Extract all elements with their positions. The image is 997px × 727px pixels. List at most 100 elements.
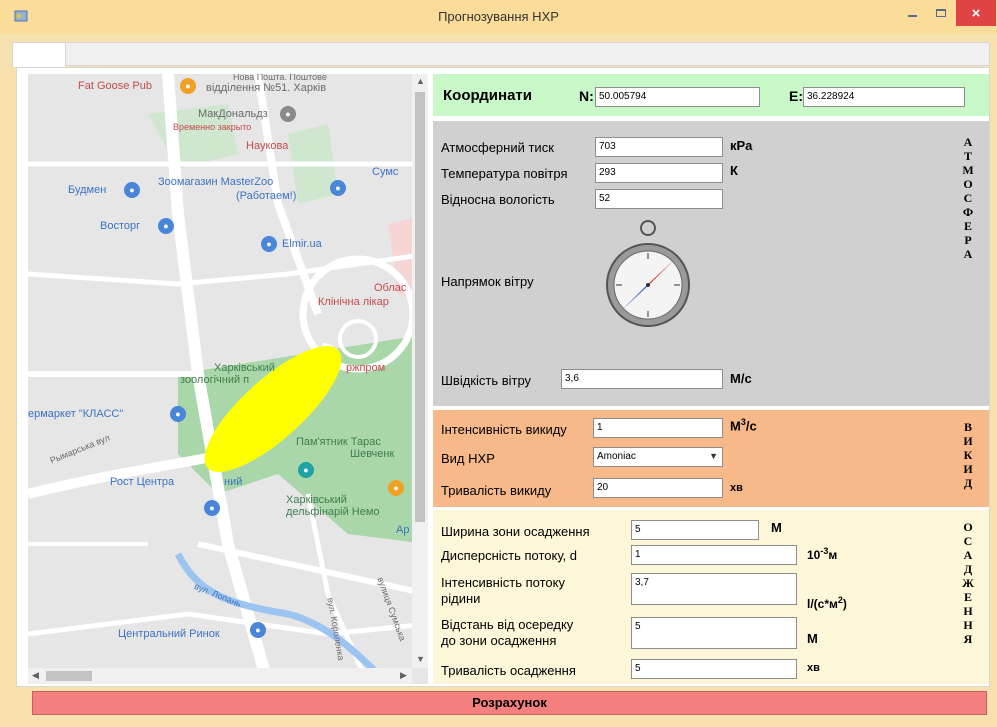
coordinates-title: Координати	[443, 87, 532, 104]
map-label-budmen: Будмен	[68, 184, 107, 196]
vostorg-pin-icon[interactable]: ●	[158, 218, 174, 234]
temperature-unit: К	[730, 163, 738, 178]
monument-pin-icon[interactable]: ●	[298, 462, 314, 478]
coordinates-panel: Координати N: 50.005794 E: 36.228924	[433, 74, 989, 116]
temperature-label: Температура повітря	[441, 166, 568, 181]
dispersion-input[interactable]: 1	[631, 545, 797, 565]
wind-speed-input[interactable]: 3,6	[561, 369, 723, 389]
maximize-icon	[936, 9, 946, 17]
distance-label-1: Відстань від осередку	[441, 617, 574, 632]
restaurant-pin-icon[interactable]: ●	[280, 106, 296, 122]
compass-icon[interactable]	[603, 219, 693, 343]
map-label-dolph1: Харківський	[286, 494, 347, 506]
window-title: Прогнозування НХР	[438, 9, 559, 24]
chevron-down-icon: ▼	[709, 451, 718, 461]
map-horizontal-scroll-thumb[interactable]	[46, 671, 92, 681]
atmosphere-section-label: А Т М О С Ф Е Р А	[962, 135, 974, 261]
map-label-mcd: МакДональдз	[198, 108, 268, 120]
deposition-duration-unit: хв	[807, 662, 820, 674]
close-button[interactable]: ×	[956, 0, 996, 26]
deposition-width-label: Ширина зони осадження	[441, 524, 590, 539]
liquid-intensity-input[interactable]: 3,7	[631, 573, 797, 605]
wind-direction-label: Напрямок вітру	[441, 274, 534, 289]
map-label-branch: відділення №51. Харків	[206, 82, 327, 94]
wind-speed-label: Швідкість вітру	[441, 373, 532, 388]
emission-duration-label: Тривалість викиду	[441, 483, 552, 498]
temperature-input[interactable]: 293	[595, 163, 723, 183]
minimize-icon	[907, 15, 917, 17]
emission-intensity-label: Інтенсивність викиду	[441, 422, 567, 437]
emission-intensity-input[interactable]: 1	[593, 418, 723, 438]
market-pin-icon[interactable]: ●	[170, 406, 186, 422]
emission-duration-input[interactable]: 20	[593, 478, 723, 498]
atmosphere-panel: Атмосферний тиск 703 кPa Температура пов…	[433, 121, 989, 406]
map-label-monument2: Шевченк	[350, 448, 395, 460]
tab-main[interactable]	[12, 42, 66, 67]
map-label-naukova: Наукова	[246, 140, 289, 152]
deposition-section-label: О С А Д Ж Е Н Н Я	[962, 520, 974, 646]
map-label-rost-tail: ний	[224, 476, 243, 488]
distance-unit: М	[807, 631, 818, 646]
humidity-label: Відносна вологість	[441, 192, 555, 207]
emission-section-label: В И К И Д	[963, 420, 973, 490]
map-label-rost: Рост Центра	[110, 476, 175, 488]
deposition-duration-input[interactable]: 5	[631, 659, 797, 679]
emission-panel: Інтенсивність викиду 1 М3/с Вид НХР Amon…	[433, 410, 989, 507]
humidity-input[interactable]: 52	[595, 189, 723, 209]
minimize-button[interactable]	[898, 0, 926, 26]
map-label-zoo1: Харківський	[214, 362, 275, 374]
store-pin-icon[interactable]: ●	[124, 182, 140, 198]
map-label-elmir: Elmir.ua	[282, 238, 322, 250]
map-label-central: Центральний Ринок	[118, 628, 220, 640]
latitude-label: N:	[579, 88, 594, 104]
map-label-zoo2: зоологічний п	[180, 374, 250, 386]
deposition-panel: Ширина зони осадження 5 М Дисперсність п…	[433, 510, 989, 684]
map-label-zoomag-sub: (Работаем!)	[236, 190, 297, 202]
pressure-label: Атмосферний тиск	[441, 140, 554, 155]
maximize-button[interactable]	[927, 0, 955, 26]
close-icon: ×	[971, 4, 981, 22]
wind-speed-unit: М/с	[730, 371, 752, 386]
map-label-market: ермаркет "КЛАСС"	[28, 408, 124, 420]
deposition-width-unit: М	[771, 520, 782, 535]
pressure-unit: кPa	[730, 138, 753, 153]
map-label-ap: Ар	[396, 524, 410, 536]
dolphinarium-pin-icon[interactable]: ●	[388, 480, 404, 496]
tab-strip	[12, 42, 990, 66]
map-label-monument1: Пам'ятник Тарас	[296, 436, 381, 448]
zoo-store-pin-icon[interactable]: ●	[330, 180, 346, 196]
liquid-intensity-label-2: рідини	[441, 591, 481, 606]
distance-input[interactable]: 5	[631, 617, 797, 649]
central-market-pin-icon[interactable]: ●	[250, 622, 266, 638]
deposition-duration-label: Тривалість осадження	[441, 663, 576, 678]
map-label-branch-top: Нова Пошта. Поштове	[233, 74, 327, 82]
pub-pin-icon[interactable]: ●	[180, 78, 196, 94]
rost-pin-icon[interactable]: ●	[204, 500, 220, 516]
map-label-clinic: Клінічна лікар	[318, 296, 389, 308]
emission-intensity-unit: М3/с	[730, 417, 757, 434]
emission-duration-unit: хв	[730, 482, 743, 494]
deposition-width-input[interactable]: 5	[631, 520, 759, 540]
elmir-pin-icon[interactable]: ●	[261, 236, 277, 252]
map-label-mcd-status: Временно закрыто	[173, 122, 252, 132]
scroll-right-icon[interactable]: ▶	[400, 670, 407, 681]
scroll-left-icon[interactable]: ◀	[32, 670, 39, 681]
latitude-input[interactable]: 50.005794	[595, 87, 760, 107]
scroll-up-icon[interactable]: ▲	[416, 76, 425, 86]
map-label-derzh: ржпром	[346, 362, 386, 374]
map-label-dolph2: дельфінарій Немо	[286, 506, 380, 518]
map-view[interactable]: ● Fat Goose Pub Нова Пошта. Поштове відд…	[28, 74, 428, 684]
map-vertical-scroll-thumb[interactable]	[415, 92, 425, 522]
longitude-label: E:	[789, 88, 803, 104]
scroll-down-icon[interactable]: ▼	[416, 654, 425, 664]
map-label-oblast: Облас	[374, 282, 407, 294]
map-label-zoomag: Зоомагазин MasterZoo	[158, 176, 274, 188]
liquid-intensity-label-1: Інтенсивність потоку	[441, 575, 565, 590]
map-label-fatgoose: Fat Goose Pub	[78, 80, 152, 92]
chemical-type-select[interactable]: Amoniac ▼	[593, 447, 723, 467]
calculate-button[interactable]: Розрахунок	[32, 691, 987, 715]
pressure-input[interactable]: 703	[595, 137, 723, 157]
liquid-intensity-unit: l/(с*м2)	[807, 595, 847, 611]
longitude-input[interactable]: 36.228924	[803, 87, 965, 107]
title-bar: Прогнозування НХР ×	[0, 0, 997, 34]
